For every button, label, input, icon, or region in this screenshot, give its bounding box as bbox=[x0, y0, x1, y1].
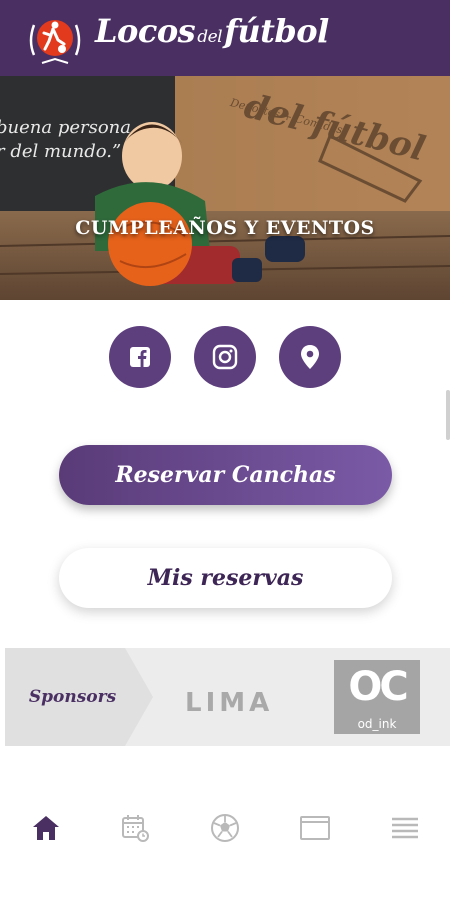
nav-home[interactable] bbox=[28, 810, 64, 846]
instagram-icon bbox=[212, 344, 238, 370]
facebook-icon bbox=[130, 347, 150, 367]
nav-matches[interactable] bbox=[207, 810, 243, 846]
location-button[interactable] bbox=[279, 326, 341, 388]
home-icon bbox=[33, 816, 59, 840]
wall-quote-line-2: r del mundo.” bbox=[0, 141, 122, 162]
facebook-button[interactable] bbox=[109, 326, 171, 388]
soccer-ball-icon bbox=[211, 814, 239, 842]
scroll-indicator bbox=[446, 390, 450, 440]
nav-menu[interactable] bbox=[387, 810, 423, 846]
logo-word-locos: Locos bbox=[95, 12, 196, 50]
reserve-courts-button[interactable]: Reservar Canchas bbox=[59, 445, 392, 505]
menu-icon bbox=[392, 817, 418, 839]
banner-title: CUMPLEAÑOS Y EVENTOS bbox=[75, 217, 375, 239]
banner-photo bbox=[0, 76, 450, 300]
odink-text: od_ink bbox=[357, 717, 397, 731]
sponsor-odink-logo[interactable]: OC od_ink bbox=[334, 660, 420, 734]
browser-window-icon bbox=[300, 816, 330, 840]
my-reservations-button[interactable]: Mis reservas bbox=[59, 548, 392, 608]
wall-quote-text: buena persona r del mundo.” bbox=[0, 116, 131, 164]
instagram-button[interactable] bbox=[194, 326, 256, 388]
app-logo-text: Locos delfútbol bbox=[95, 12, 329, 50]
logo-word-del: del bbox=[197, 27, 223, 47]
odink-mark: OC bbox=[348, 664, 408, 710]
logo-word-futbol: fútbol bbox=[224, 12, 329, 50]
bottom-navigation bbox=[0, 790, 450, 866]
events-banner[interactable]: buena persona r del mundo.” del fútbol D… bbox=[0, 76, 450, 300]
location-pin-icon bbox=[301, 345, 319, 369]
wall-quote-line-1: buena persona bbox=[0, 117, 131, 138]
sponsors-label: Sponsors bbox=[28, 687, 117, 707]
app-header: Locos delfútbol bbox=[0, 0, 450, 76]
calendar-icon bbox=[122, 815, 149, 842]
club-logo-badge-icon bbox=[26, 11, 84, 69]
sponsor-lima-logo[interactable]: LIMA bbox=[185, 688, 273, 718]
nav-news[interactable] bbox=[297, 810, 333, 846]
nav-calendar[interactable] bbox=[117, 810, 153, 846]
